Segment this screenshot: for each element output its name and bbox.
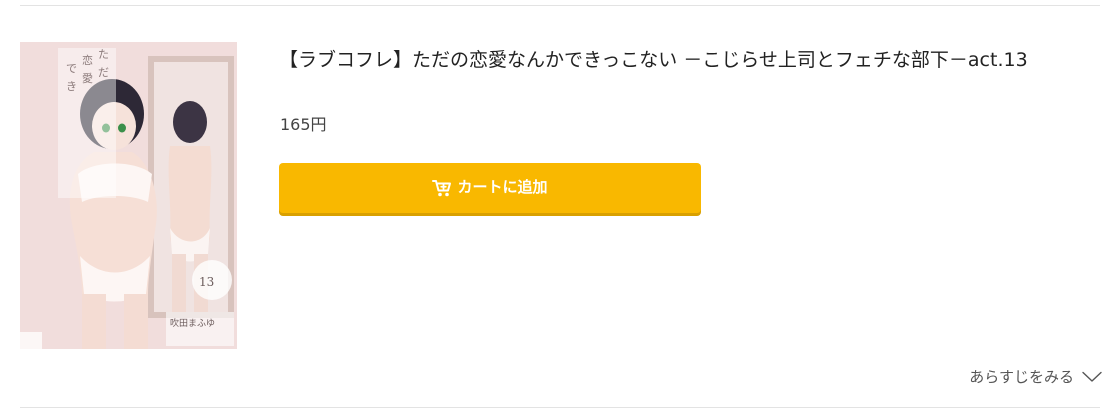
cover-illustration: で き 恋 愛 た だ 13 吹田まふゆ — [20, 42, 237, 349]
price-label: 165円 — [280, 115, 327, 134]
chevron-down-icon — [1082, 371, 1102, 383]
svg-text:た: た — [98, 48, 109, 61]
top-divider — [20, 5, 1100, 6]
bottom-divider — [20, 407, 1100, 408]
svg-text:13: 13 — [199, 275, 214, 289]
svg-text:だ: だ — [98, 66, 109, 79]
svg-text:吹田まふゆ: 吹田まふゆ — [170, 317, 215, 329]
svg-text:で: で — [66, 62, 77, 75]
svg-text:き: き — [66, 80, 77, 93]
svg-text:恋: 恋 — [82, 53, 93, 67]
product-title[interactable]: 【ラブコフレ】ただの恋愛なんかできっこない －こじらせ上司とフェチな部下－act… — [279, 44, 1079, 77]
svg-text:愛: 愛 — [82, 72, 93, 85]
cart-plus-icon — [432, 179, 452, 197]
synopsis-toggle[interactable]: あらすじをみる — [969, 366, 1102, 388]
add-to-cart-label: カートに追加 — [457, 179, 548, 196]
book-cover[interactable]: で き 恋 愛 た だ 13 吹田まふゆ — [20, 42, 237, 349]
add-to-cart-button[interactable]: カートに追加 — [279, 163, 701, 213]
synopsis-label: あらすじをみる — [969, 368, 1074, 386]
